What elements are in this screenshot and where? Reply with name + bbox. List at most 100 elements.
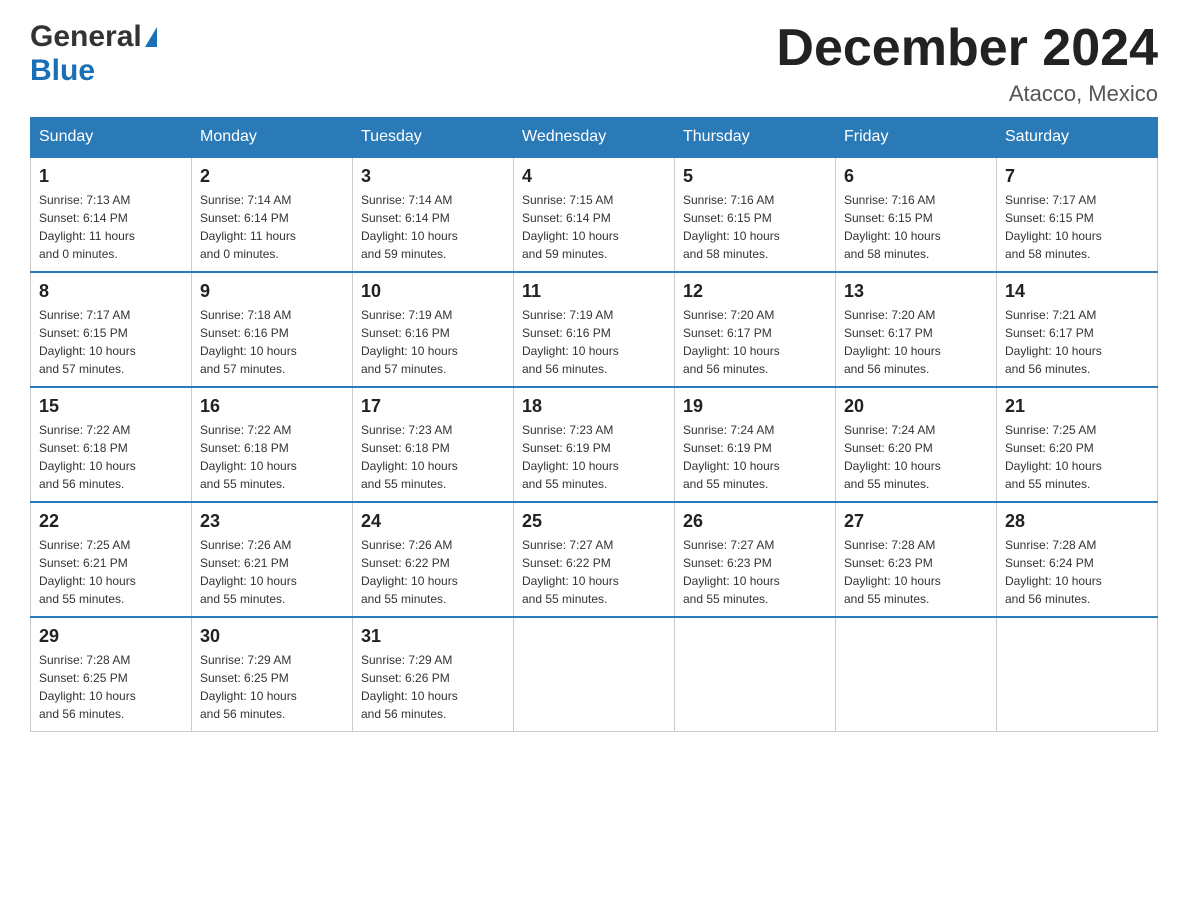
day-info: Sunrise: 7:24 AMSunset: 6:20 PMDaylight:…: [844, 421, 988, 493]
day-number: 21: [1005, 396, 1149, 417]
calendar-day-cell: 7Sunrise: 7:17 AMSunset: 6:15 PMDaylight…: [997, 157, 1158, 272]
day-number: 3: [361, 166, 505, 187]
calendar-table: SundayMondayTuesdayWednesdayThursdayFrid…: [30, 117, 1158, 732]
calendar-subtitle: Atacco, Mexico: [776, 81, 1158, 107]
calendar-day-cell: [675, 617, 836, 732]
calendar-header-sunday: Sunday: [31, 118, 192, 158]
day-number: 17: [361, 396, 505, 417]
day-number: 20: [844, 396, 988, 417]
calendar-day-cell: 18 Sunrise: 7:23 AMSunset: 6:19 PMDayligh…: [514, 387, 675, 502]
calendar-week-row: 1 Sunrise: 7:13 AMSunset: 6:14 PMDaylight…: [31, 157, 1158, 272]
calendar-day-cell: 19 Sunrise: 7:24 AMSunset: 6:19 PMDayligh…: [675, 387, 836, 502]
day-number: 5: [683, 166, 827, 187]
calendar-day-cell: 17 Sunrise: 7:23 AMSunset: 6:18 PMDayligh…: [353, 387, 514, 502]
calendar-day-cell: 22Sunrise: 7:25 AMSunset: 6:21 PMDayligh…: [31, 502, 192, 617]
day-info: Sunrise: 7:16 AMSunset: 6:15 PMDaylight:…: [683, 191, 827, 263]
calendar-day-cell: 20 Sunrise: 7:24 AMSunset: 6:20 PMDayligh…: [836, 387, 997, 502]
day-info: Sunrise: 7:19 AMSunset: 6:16 PMDaylight:…: [361, 306, 505, 378]
calendar-header-monday: Monday: [192, 118, 353, 158]
day-number: 8: [39, 281, 183, 302]
day-number: 29: [39, 626, 183, 647]
day-info: Sunrise: 7:24 AMSunset: 6:19 PMDaylight:…: [683, 421, 827, 493]
day-info: Sunrise: 7:19 AMSunset: 6:16 PMDaylight:…: [522, 306, 666, 378]
day-number: 19: [683, 396, 827, 417]
day-number: 31: [361, 626, 505, 647]
title-area: December 2024 Atacco, Mexico: [776, 20, 1158, 107]
day-info: Sunrise: 7:17 AMSunset: 6:15 PMDaylight:…: [39, 306, 183, 378]
day-number: 1: [39, 166, 183, 187]
day-number: 15: [39, 396, 183, 417]
day-number: 24: [361, 511, 505, 532]
day-info: Sunrise: 7:26 AMSunset: 6:22 PMDaylight:…: [361, 536, 505, 608]
calendar-day-cell: 23Sunrise: 7:26 AMSunset: 6:21 PMDayligh…: [192, 502, 353, 617]
calendar-header-wednesday: Wednesday: [514, 118, 675, 158]
day-number: 28: [1005, 511, 1149, 532]
calendar-day-cell: [997, 617, 1158, 732]
calendar-day-cell: 30 Sunrise: 7:29 AMSunset: 6:25 PMDayligh…: [192, 617, 353, 732]
calendar-day-cell: 24 Sunrise: 7:26 AMSunset: 6:22 PMDayligh…: [353, 502, 514, 617]
calendar-week-row: 8 Sunrise: 7:17 AMSunset: 6:15 PMDaylight…: [31, 272, 1158, 387]
day-number: 16: [200, 396, 344, 417]
day-info: Sunrise: 7:25 AMSunset: 6:21 PMDaylight:…: [39, 536, 183, 608]
day-number: 14: [1005, 281, 1149, 302]
calendar-day-cell: 4Sunrise: 7:15 AMSunset: 6:14 PMDaylight…: [514, 157, 675, 272]
logo: General Blue: [30, 20, 157, 88]
logo-triangle-icon: [145, 27, 157, 47]
day-info: Sunrise: 7:28 AMSunset: 6:25 PMDaylight:…: [39, 651, 183, 723]
calendar-day-cell: 31Sunrise: 7:29 AMSunset: 6:26 PMDayligh…: [353, 617, 514, 732]
calendar-week-row: 15 Sunrise: 7:22 AMSunset: 6:18 PMDayligh…: [31, 387, 1158, 502]
day-number: 18: [522, 396, 666, 417]
calendar-day-cell: 16 Sunrise: 7:22 AMSunset: 6:18 PMDayligh…: [192, 387, 353, 502]
calendar-day-cell: 26Sunrise: 7:27 AMSunset: 6:23 PMDayligh…: [675, 502, 836, 617]
calendar-day-cell: 12Sunrise: 7:20 AMSunset: 6:17 PMDayligh…: [675, 272, 836, 387]
calendar-header-friday: Friday: [836, 118, 997, 158]
calendar-day-cell: 29 Sunrise: 7:28 AMSunset: 6:25 PMDayligh…: [31, 617, 192, 732]
day-number: 30: [200, 626, 344, 647]
calendar-day-cell: 9Sunrise: 7:18 AMSunset: 6:16 PMDaylight…: [192, 272, 353, 387]
day-number: 11: [522, 281, 666, 302]
calendar-header-thursday: Thursday: [675, 118, 836, 158]
day-info: Sunrise: 7:29 AMSunset: 6:25 PMDaylight:…: [200, 651, 344, 723]
calendar-day-cell: 28 Sunrise: 7:28 AMSunset: 6:24 PMDayligh…: [997, 502, 1158, 617]
day-info: Sunrise: 7:13 AMSunset: 6:14 PMDaylight:…: [39, 191, 183, 263]
calendar-header-saturday: Saturday: [997, 118, 1158, 158]
calendar-day-cell: 1 Sunrise: 7:13 AMSunset: 6:14 PMDaylight…: [31, 157, 192, 272]
calendar-day-cell: [514, 617, 675, 732]
calendar-week-row: 22Sunrise: 7:25 AMSunset: 6:21 PMDayligh…: [31, 502, 1158, 617]
day-number: 12: [683, 281, 827, 302]
calendar-day-cell: 15Sunrise: 7:22 AMSunset: 6:18 PMDayligh…: [31, 387, 192, 502]
day-number: 2: [200, 166, 344, 187]
day-info: Sunrise: 7:27 AMSunset: 6:22 PMDaylight:…: [522, 536, 666, 608]
day-info: Sunrise: 7:14 AMSunset: 6:14 PMDaylight:…: [361, 191, 505, 263]
day-info: Sunrise: 7:23 AMSunset: 6:19 PMDaylight:…: [522, 421, 666, 493]
calendar-day-cell: 14Sunrise: 7:21 AMSunset: 6:17 PMDayligh…: [997, 272, 1158, 387]
calendar-day-cell: [836, 617, 997, 732]
calendar-week-row: 29 Sunrise: 7:28 AMSunset: 6:25 PMDayligh…: [31, 617, 1158, 732]
day-info: Sunrise: 7:16 AMSunset: 6:15 PMDaylight:…: [844, 191, 988, 263]
day-info: Sunrise: 7:22 AMSunset: 6:18 PMDaylight:…: [200, 421, 344, 493]
day-number: 10: [361, 281, 505, 302]
day-info: Sunrise: 7:23 AMSunset: 6:18 PMDaylight:…: [361, 421, 505, 493]
calendar-day-cell: 21 Sunrise: 7:25 AMSunset: 6:20 PMDayligh…: [997, 387, 1158, 502]
day-number: 23: [200, 511, 344, 532]
calendar-day-cell: 3 Sunrise: 7:14 AMSunset: 6:14 PMDaylight…: [353, 157, 514, 272]
day-info: Sunrise: 7:28 AMSunset: 6:23 PMDaylight:…: [844, 536, 988, 608]
day-info: Sunrise: 7:14 AMSunset: 6:14 PMDaylight:…: [200, 191, 344, 263]
calendar-day-cell: 8 Sunrise: 7:17 AMSunset: 6:15 PMDaylight…: [31, 272, 192, 387]
day-number: 27: [844, 511, 988, 532]
calendar-day-cell: 13 Sunrise: 7:20 AMSunset: 6:17 PMDayligh…: [836, 272, 997, 387]
calendar-day-cell: 6 Sunrise: 7:16 AMSunset: 6:15 PMDaylight…: [836, 157, 997, 272]
day-info: Sunrise: 7:25 AMSunset: 6:20 PMDaylight:…: [1005, 421, 1149, 493]
day-info: Sunrise: 7:20 AMSunset: 6:17 PMDaylight:…: [844, 306, 988, 378]
day-info: Sunrise: 7:15 AMSunset: 6:14 PMDaylight:…: [522, 191, 666, 263]
day-info: Sunrise: 7:18 AMSunset: 6:16 PMDaylight:…: [200, 306, 344, 378]
calendar-day-cell: 11 Sunrise: 7:19 AMSunset: 6:16 PMDayligh…: [514, 272, 675, 387]
day-number: 25: [522, 511, 666, 532]
calendar-header-row: SundayMondayTuesdayWednesdayThursdayFrid…: [31, 118, 1158, 158]
day-info: Sunrise: 7:28 AMSunset: 6:24 PMDaylight:…: [1005, 536, 1149, 608]
day-info: Sunrise: 7:27 AMSunset: 6:23 PMDaylight:…: [683, 536, 827, 608]
calendar-title: December 2024: [776, 20, 1158, 77]
day-number: 7: [1005, 166, 1149, 187]
day-number: 13: [844, 281, 988, 302]
day-number: 6: [844, 166, 988, 187]
